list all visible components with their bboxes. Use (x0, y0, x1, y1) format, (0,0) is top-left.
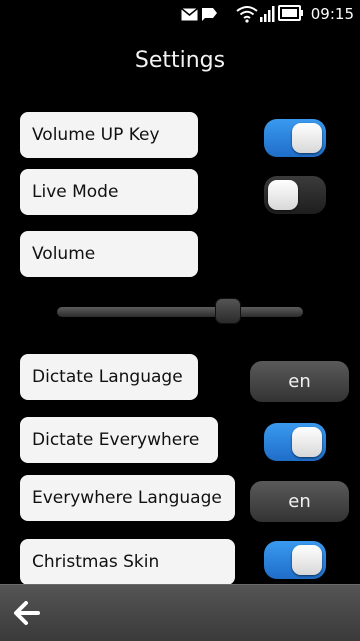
page-title: Settings (134, 48, 226, 73)
dictate-everywhere-label: Dictate Everywhere (20, 417, 218, 463)
clock: 09:15 (310, 5, 354, 23)
mail-icon (181, 8, 198, 21)
toggle-knob (292, 427, 322, 457)
christmas-skin-label: Christmas Skin (20, 539, 235, 585)
wifi-icon (236, 6, 258, 23)
notification-icon (202, 8, 217, 21)
toggle-knob (292, 545, 322, 575)
christmas-skin-toggle[interactable] (264, 541, 326, 579)
dictate-language-label: Dictate Language (20, 354, 198, 400)
volume-slider-handle[interactable] (215, 298, 242, 324)
back-arrow-icon[interactable] (10, 597, 44, 629)
dictate-everywhere-toggle[interactable] (264, 423, 326, 461)
volume-label: Volume (20, 231, 198, 277)
signal-icon (260, 6, 275, 22)
status-bar: 09:15 (0, 0, 360, 30)
everywhere-language-button[interactable]: en (250, 481, 349, 522)
everywhere-language-label: Everywhere Language (20, 475, 235, 521)
volume-slider-track[interactable] (57, 307, 303, 317)
toggle-knob (268, 180, 298, 210)
toggle-knob (292, 123, 322, 153)
volume-up-key-toggle[interactable] (264, 119, 326, 157)
live-mode-toggle[interactable] (264, 176, 326, 214)
volume-up-key-label: Volume UP Key (20, 112, 198, 158)
bottom-toolbar (0, 584, 360, 641)
battery-icon (278, 5, 303, 21)
dictate-language-button[interactable]: en (250, 361, 349, 402)
live-mode-label: Live Mode (20, 169, 198, 215)
